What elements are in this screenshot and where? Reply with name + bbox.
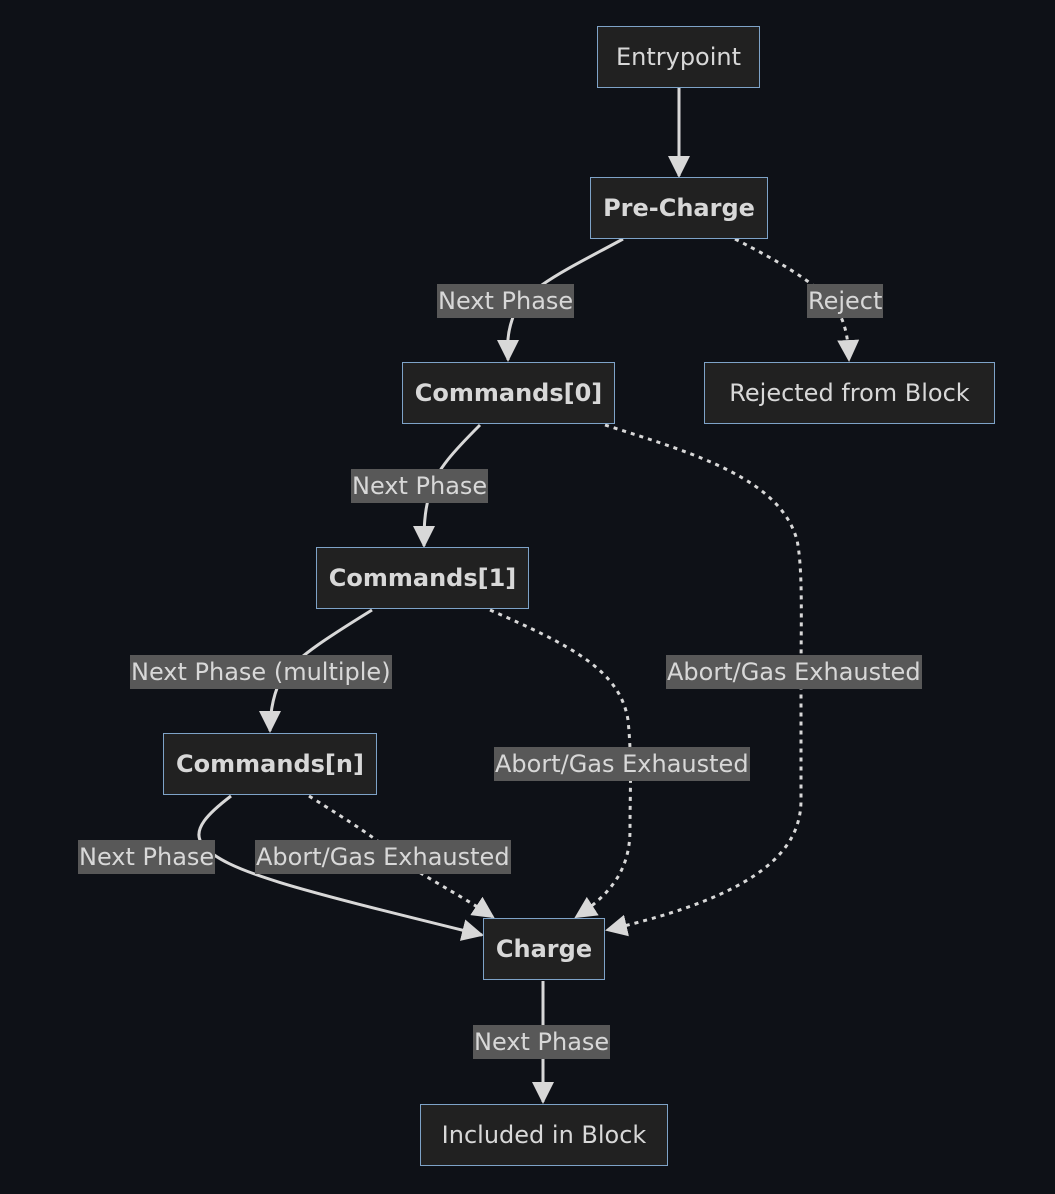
edge-label-commands1-charge: Abort/Gas Exhausted	[494, 747, 750, 781]
node-commands0-label: Commands[0]	[414, 379, 603, 407]
node-entrypoint: Entrypoint	[597, 26, 760, 88]
edge-label-commands0-charge: Abort/Gas Exhausted	[666, 655, 922, 689]
edge-label-precharge-rejected: Reject	[807, 284, 884, 318]
node-rejected-label: Rejected from Block	[729, 379, 970, 407]
node-commands1-label: Commands[1]	[328, 564, 517, 592]
node-commandsn: Commands[n]	[163, 733, 377, 795]
node-included-label: Included in Block	[441, 1121, 647, 1149]
node-precharge: Pre-Charge	[590, 177, 768, 239]
node-entrypoint-label: Entrypoint	[615, 43, 742, 71]
node-precharge-label: Pre-Charge	[603, 194, 755, 222]
node-commands0: Commands[0]	[402, 362, 615, 424]
node-commandsn-label: Commands[n]	[176, 750, 364, 778]
edge-label-commands1-commandsn: Next Phase (multiple)	[130, 655, 392, 689]
node-rejected: Rejected from Block	[704, 362, 995, 424]
edge-label-commandsn-charge-next: Next Phase	[78, 840, 216, 874]
edge-label-commandsn-charge-abort: Abort/Gas Exhausted	[255, 840, 511, 874]
edge-label-commands0-commands1: Next Phase	[351, 469, 489, 503]
node-commands1: Commands[1]	[316, 547, 529, 609]
node-included: Included in Block	[420, 1104, 668, 1166]
node-charge-label: Charge	[495, 935, 593, 963]
node-charge: Charge	[483, 918, 605, 980]
edge-label-charge-included: Next Phase	[473, 1025, 611, 1059]
edge-label-precharge-commands0: Next Phase	[437, 284, 575, 318]
